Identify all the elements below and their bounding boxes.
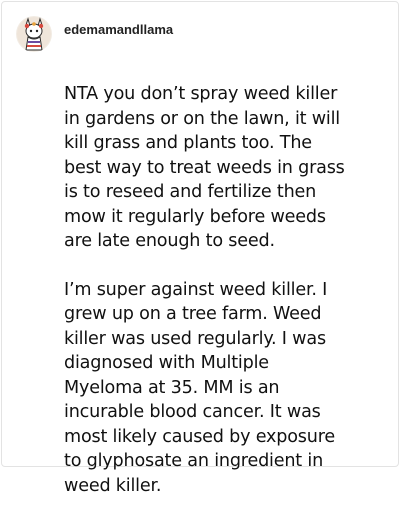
post-paragraph-2: I’m super against weed killer. I grew up… <box>64 279 335 496</box>
post-header: edemamandllama <box>16 16 173 52</box>
username[interactable]: edemamandllama <box>64 22 173 37</box>
avatar[interactable] <box>16 16 52 52</box>
post-paragraph-1: NTA you don’t spray weed killer in garde… <box>64 84 345 251</box>
llama-avatar-icon <box>16 16 52 52</box>
post-body: NTA you don’t spray weed killer in garde… <box>64 82 394 522</box>
post-card: edemamandllama NTA you don’t spray weed … <box>1 1 399 496</box>
